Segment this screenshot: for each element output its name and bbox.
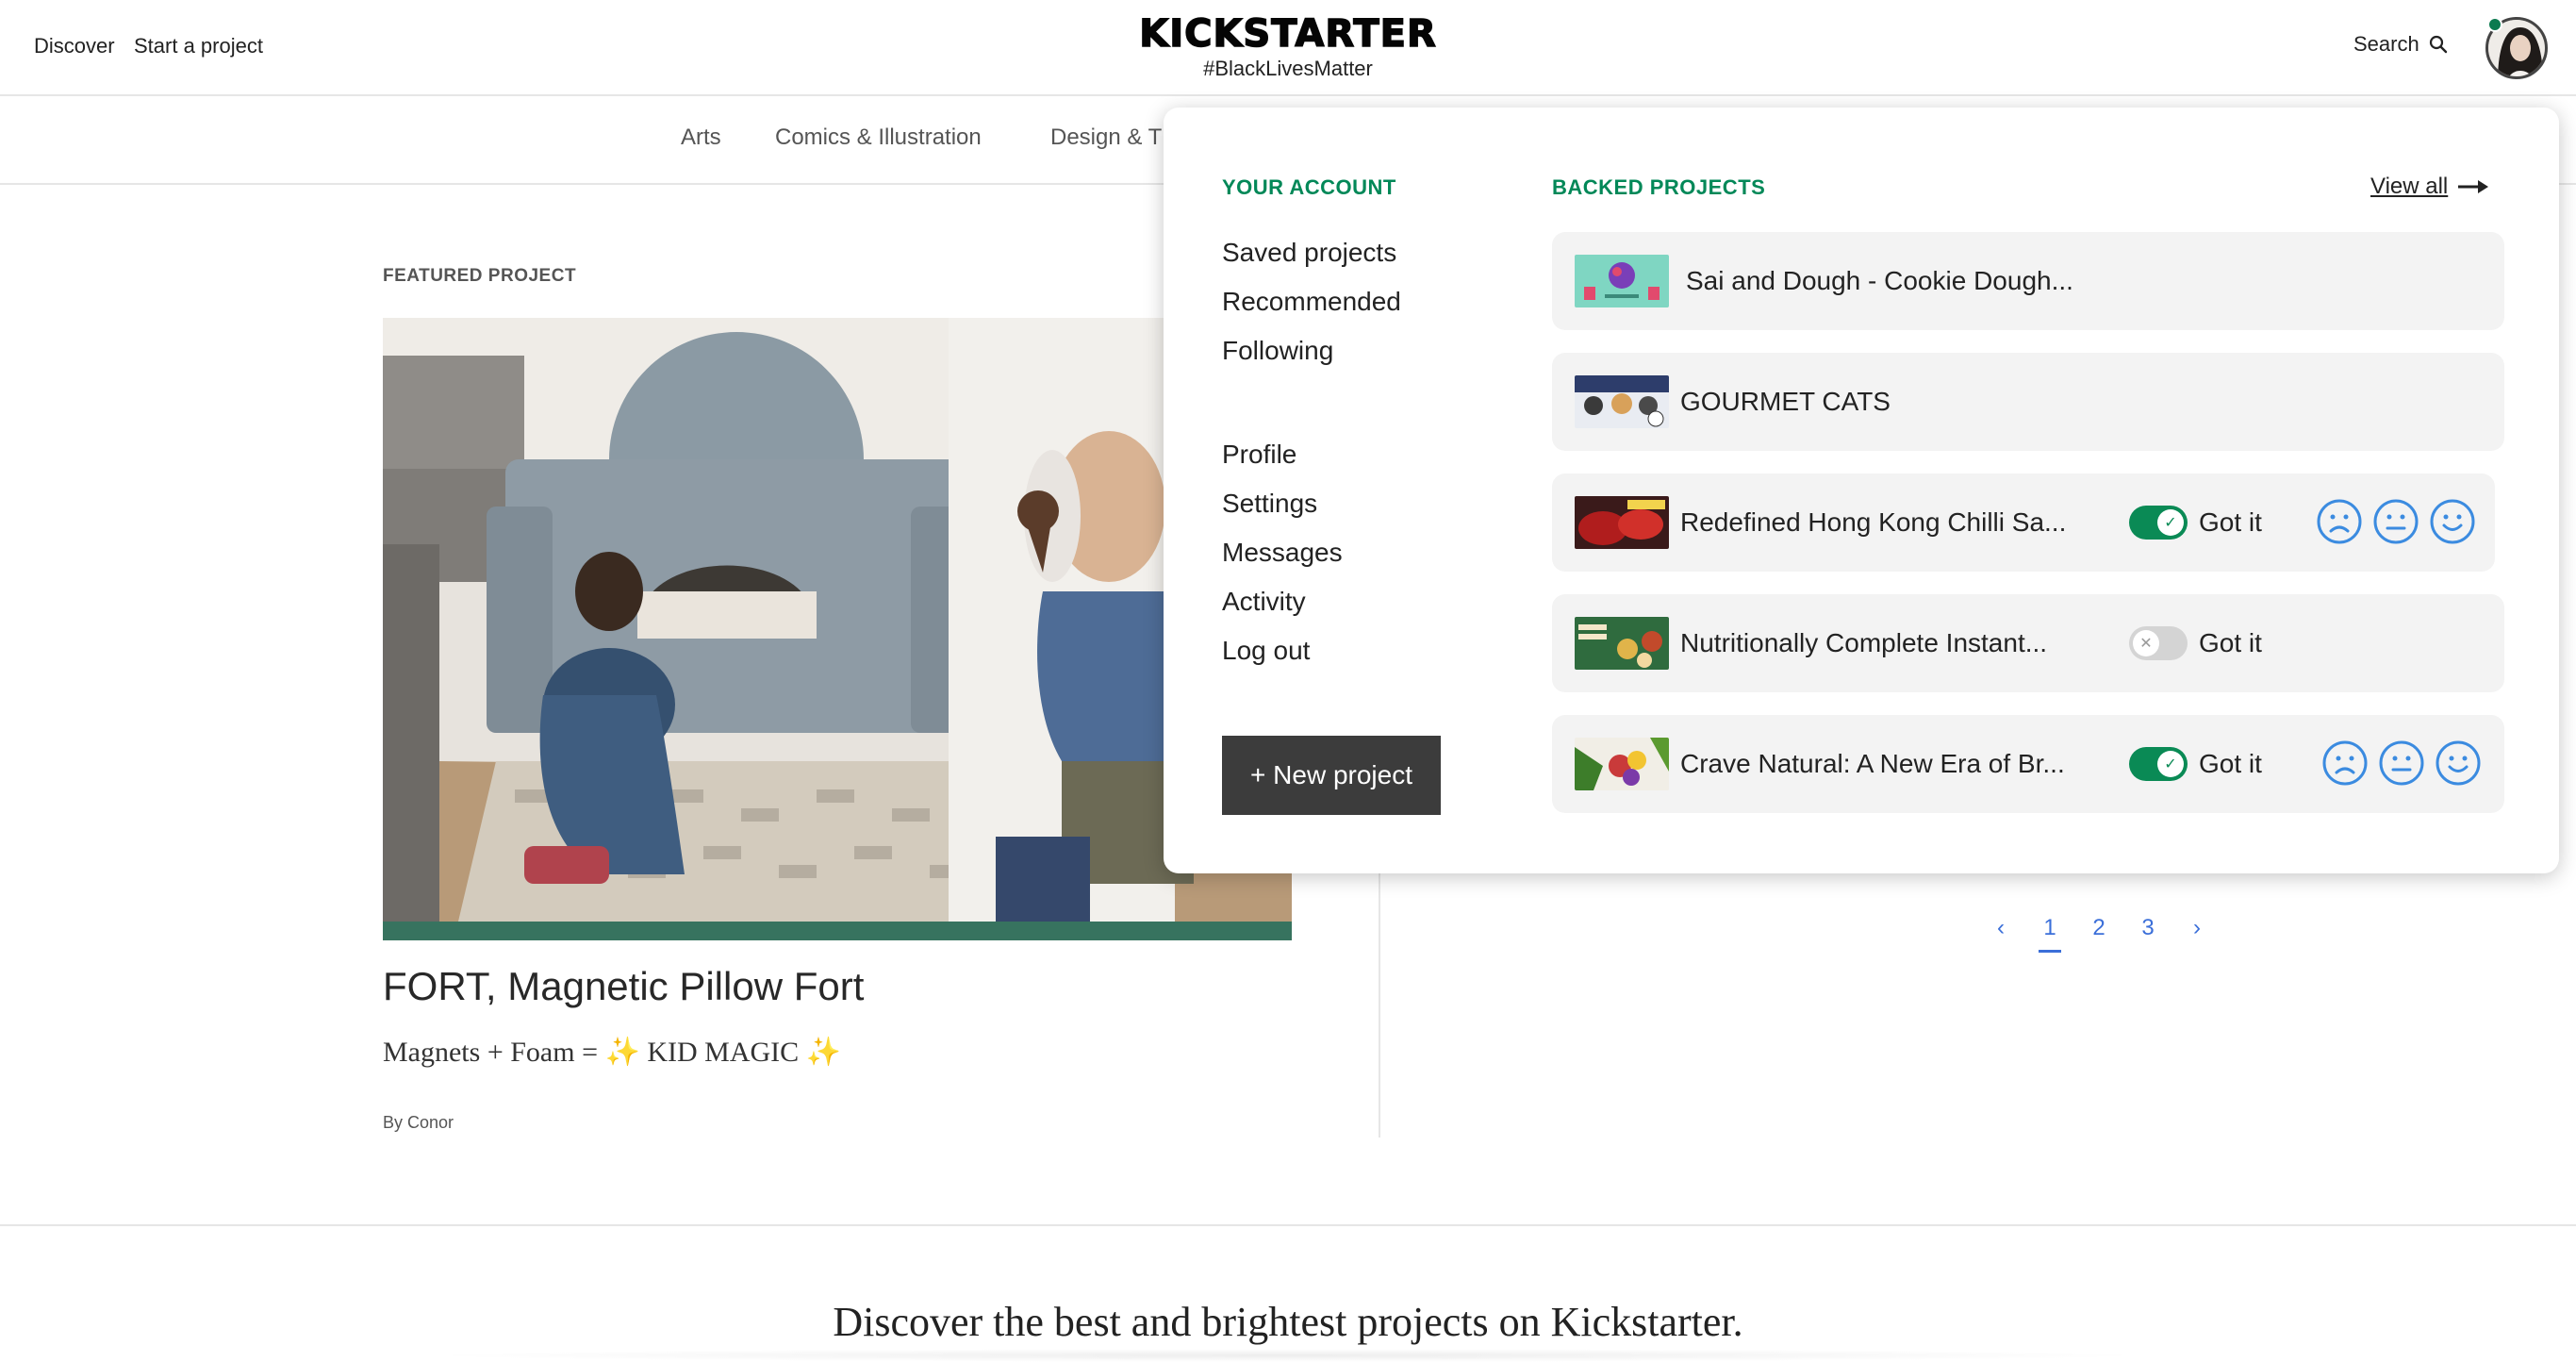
- pagination-page-1[interactable]: 1: [2025, 915, 2074, 953]
- project-thumbnail: [1575, 617, 1669, 670]
- section-divider: [0, 1224, 2576, 1226]
- instant-meal-thumb-icon: [1575, 617, 1669, 670]
- category-comics-illustration[interactable]: Comics & Illustration: [775, 125, 982, 151]
- featured-project-title[interactable]: FORT, Magnetic Pillow Fort: [383, 964, 864, 1009]
- feedback-faces: [2321, 739, 2482, 787]
- category-design-tech[interactable]: Design & T: [1050, 125, 1162, 151]
- backed-project-row[interactable]: Redefined Hong Kong Chilli Sa... ✓ Got i…: [1552, 473, 2495, 572]
- project-thumbnail: [1575, 255, 1669, 307]
- got-it-label: Got it: [2199, 749, 2262, 778]
- notification-dot: [2487, 17, 2502, 32]
- start-project-link[interactable]: Start a project: [134, 34, 263, 58]
- logo-wordmark: KICKSTARTER: [1138, 12, 1437, 56]
- backed-project-title: Sai and Dough - Cookie Dough...: [1686, 266, 2073, 295]
- recommended-link[interactable]: Recommended: [1222, 287, 1401, 317]
- search-icon: [2429, 35, 2447, 54]
- messages-link[interactable]: Messages: [1222, 538, 1343, 568]
- settings-link[interactable]: Settings: [1222, 489, 1317, 519]
- search-button[interactable]: Search: [2353, 32, 2448, 57]
- pagination: ‹ 1 2 3 ›: [1976, 915, 2221, 953]
- funding-progress-bar: [383, 922, 1292, 940]
- got-it-toggle[interactable]: ✕: [2129, 626, 2188, 660]
- project-thumbnail: [1575, 496, 1669, 549]
- featured-project-image[interactable]: [383, 318, 1292, 922]
- discover-link[interactable]: Discover: [34, 34, 115, 58]
- got-it-label: Got it: [2199, 628, 2262, 657]
- featured-project-label: FEATURED PROJECT: [383, 266, 577, 286]
- pillow-fort-photo-icon: [383, 318, 1292, 922]
- backed-project-title: GOURMET CATS: [1680, 387, 1891, 416]
- close-icon: ✕: [2133, 630, 2159, 656]
- neutral-face-icon[interactable]: [2372, 498, 2419, 545]
- logo-tagline: #BlackLivesMatter: [1203, 57, 1373, 80]
- got-it-toggle[interactable]: ✓: [2129, 747, 2188, 781]
- chilli-sauce-thumb-icon: [1575, 496, 1669, 549]
- pagination-prev-chevron-left-icon[interactable]: ‹: [1976, 915, 2025, 941]
- pagination-page-2[interactable]: 2: [2074, 915, 2123, 941]
- featured-project-creator[interactable]: By Conor: [383, 1113, 454, 1133]
- kickstarter-logo[interactable]: KICKSTARTER #BlackLivesMatter: [1138, 12, 1437, 81]
- cookie-dough-thumb-icon: [1575, 255, 1669, 307]
- project-thumbnail: [1575, 375, 1669, 428]
- sad-face-icon[interactable]: [2321, 739, 2369, 787]
- top-header: Discover Start a project KICKSTARTER #Bl…: [0, 0, 2576, 96]
- got-it-toggle[interactable]: ✓: [2129, 506, 2188, 540]
- backed-project-row[interactable]: Crave Natural: A New Era of Br... ✓ Got …: [1552, 715, 2504, 813]
- view-all-link[interactable]: View all: [2370, 174, 2489, 200]
- log-out-link[interactable]: Log out: [1222, 636, 1310, 666]
- backed-project-row[interactable]: Nutritionally Complete Instant... ✕ Got …: [1552, 594, 2504, 692]
- backed-project-title: Nutritionally Complete Instant...: [1680, 628, 2048, 657]
- your-account-heading: YOUR ACCOUNT: [1222, 175, 1396, 199]
- featured-project-blurb: Magnets + Foam = ✨ KID MAGIC ✨: [383, 1037, 842, 1068]
- crave-natural-thumb-icon: [1575, 738, 1669, 790]
- backed-projects-heading: BACKED PROJECTS: [1552, 175, 1766, 199]
- new-project-button[interactable]: + New project: [1222, 736, 1441, 815]
- view-all-label: View all: [2370, 174, 2449, 199]
- project-thumbnail: [1575, 738, 1669, 790]
- saved-projects-link[interactable]: Saved projects: [1222, 238, 1396, 268]
- category-arts[interactable]: Arts: [681, 125, 721, 151]
- activity-link[interactable]: Activity: [1222, 587, 1306, 617]
- got-it-label: Got it: [2199, 507, 2262, 537]
- sad-face-icon[interactable]: [2316, 498, 2363, 545]
- feedback-faces: [2316, 498, 2476, 545]
- profile-link[interactable]: Profile: [1222, 440, 1296, 470]
- happy-face-icon[interactable]: [2429, 498, 2476, 545]
- pagination-page-3[interactable]: 3: [2123, 915, 2172, 941]
- discover-heading: Discover the best and brightest projects…: [833, 1299, 1743, 1345]
- carousel-shadow: [415, 1349, 2159, 1362]
- backed-project-row[interactable]: Sai and Dough - Cookie Dough...: [1552, 232, 2504, 330]
- pagination-next-chevron-right-icon[interactable]: ›: [2172, 915, 2221, 941]
- backed-project-title: Crave Natural: A New Era of Br...: [1680, 749, 2065, 778]
- neutral-face-icon[interactable]: [2378, 739, 2425, 787]
- following-link[interactable]: Following: [1222, 336, 1333, 366]
- account-dropdown: YOUR ACCOUNT Saved projects Recommended …: [1164, 108, 2559, 873]
- happy-face-icon[interactable]: [2435, 739, 2482, 787]
- search-label: Search: [2353, 32, 2419, 56]
- check-icon: ✓: [2157, 509, 2184, 536]
- gourmet-cats-thumb-icon: [1575, 375, 1669, 428]
- check-icon: ✓: [2157, 751, 2184, 777]
- arrow-right-icon: [2458, 180, 2489, 193]
- backed-project-title: Redefined Hong Kong Chilli Sa...: [1680, 507, 2067, 537]
- backed-project-row[interactable]: GOURMET CATS: [1552, 353, 2504, 451]
